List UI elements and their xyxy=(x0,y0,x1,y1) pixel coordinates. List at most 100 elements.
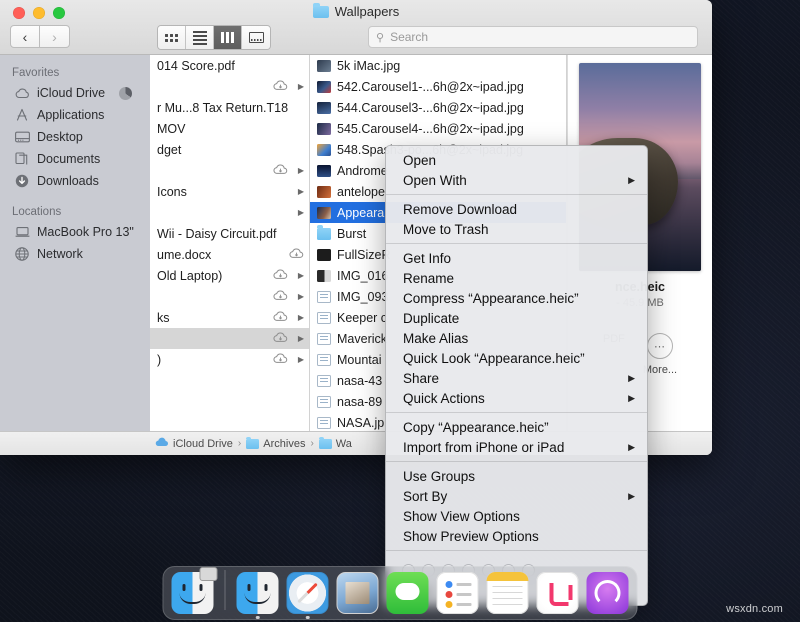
sidebar-item-downloads[interactable]: Downloads xyxy=(0,170,150,192)
menu-item-share[interactable]: Share▶ xyxy=(386,368,647,388)
file-row[interactable]: ▶ xyxy=(150,202,309,223)
file-row[interactable]: Wii - Daisy Circuit.pdf xyxy=(150,223,309,244)
menu-item-move-to-trash[interactable]: Move to Trash xyxy=(386,219,647,239)
file-row[interactable]: 542.Carousel1-...6h@2x~ipad.jpg xyxy=(310,76,566,97)
disclosure-chevron-icon[interactable]: ▶ xyxy=(298,271,304,280)
sidebar-section-favorites-header: Favorites xyxy=(0,63,150,82)
file-row[interactable]: ▶ xyxy=(150,76,309,97)
screen-sharing-badge-icon xyxy=(200,567,218,581)
file-row[interactable]: r Mu...8 Tax Return.T18 xyxy=(150,97,309,118)
breadcrumb-wallpapers[interactable]: Wa xyxy=(319,438,352,450)
list-view-button[interactable] xyxy=(186,26,214,49)
icloud-download-icon[interactable] xyxy=(273,332,288,346)
icloud-download-icon[interactable] xyxy=(273,353,288,367)
sidebar-item-label: Downloads xyxy=(37,174,99,188)
sidebar-item-macbook-pro[interactable]: MacBook Pro 13" xyxy=(0,221,150,243)
sidebar-item-applications[interactable]: Applications xyxy=(0,104,150,126)
menu-item-quick-actions[interactable]: Quick Actions▶ xyxy=(386,388,647,408)
dock-item-finder[interactable] xyxy=(237,572,279,614)
menu-item-show-view-options[interactable]: Show View Options xyxy=(386,506,647,526)
finder-smile-icon xyxy=(180,593,206,604)
file-thumbnail-icon xyxy=(317,186,331,198)
icloud-download-icon[interactable] xyxy=(273,311,288,325)
menu-item-remove-download[interactable]: Remove Download xyxy=(386,199,647,219)
icloud-download-icon[interactable] xyxy=(289,248,304,262)
icloud-download-icon[interactable] xyxy=(273,269,288,283)
menu-item-compress-appearance-heic[interactable]: Compress “Appearance.heic” xyxy=(386,288,647,308)
disclosure-chevron-icon[interactable]: ▶ xyxy=(298,313,304,322)
dock-item-podcasts[interactable] xyxy=(587,572,629,614)
menu-item-label: Quick Look “Appearance.heic” xyxy=(403,351,585,366)
file-row[interactable]: ▶ xyxy=(150,328,309,349)
column-view-button[interactable] xyxy=(214,26,242,49)
disclosure-chevron-icon[interactable]: ▶ xyxy=(298,166,304,175)
menu-item-rename[interactable]: Rename xyxy=(386,268,647,288)
file-row[interactable]: 5k iMac.jpg xyxy=(310,55,566,76)
menu-item-label: Copy “Appearance.heic” xyxy=(403,420,549,435)
menu-item-get-info[interactable]: Get Info xyxy=(386,248,647,268)
menu-item-sort-by[interactable]: Sort By ▶ xyxy=(386,486,647,506)
file-name: Wii - Daisy Circuit.pdf xyxy=(157,227,304,241)
file-row[interactable]: ks▶ xyxy=(150,307,309,328)
finder-eye-left-icon xyxy=(248,584,251,591)
disclosure-chevron-icon[interactable]: ▶ xyxy=(298,187,304,196)
sidebar-item-icloud-drive[interactable]: iCloud Drive xyxy=(0,82,150,104)
menu-item-show-preview-options[interactable]: Show Preview Options xyxy=(386,526,647,546)
dock-item-music[interactable] xyxy=(537,572,579,614)
dock-item-mail[interactable] xyxy=(337,572,379,614)
disclosure-chevron-icon[interactable]: ▶ xyxy=(298,82,304,91)
file-row[interactable]: ▶ xyxy=(150,286,309,307)
file-row[interactable]: 014 Score.pdf xyxy=(150,55,309,76)
sidebar-item-documents[interactable]: Documents xyxy=(0,148,150,170)
dock-item-messages[interactable] xyxy=(387,572,429,614)
dock-item-reminders[interactable] xyxy=(437,572,479,614)
menu-item-open-with[interactable]: Open With▶ xyxy=(386,170,647,190)
menu-item-use-groups[interactable]: Use Groups xyxy=(386,466,647,486)
menu-item-label: Move to Trash xyxy=(403,222,489,237)
downloads-icon xyxy=(14,174,30,189)
menu-item-make-alias[interactable]: Make Alias xyxy=(386,328,647,348)
finder-smile-icon xyxy=(245,593,271,604)
file-row[interactable]: Old Laptop)▶ xyxy=(150,265,309,286)
preview-action-more[interactable]: ⋯ More... xyxy=(643,333,677,376)
menu-item-open[interactable]: Open xyxy=(386,150,647,170)
icloud-download-icon[interactable] xyxy=(273,164,288,178)
dock-item-safari[interactable] xyxy=(287,572,329,614)
disclosure-chevron-icon[interactable]: ▶ xyxy=(298,355,304,364)
submenu-arrow-icon: ▶ xyxy=(628,491,635,502)
file-row[interactable]: dget xyxy=(150,139,309,160)
breadcrumb-icloud-drive[interactable]: iCloud Drive xyxy=(155,437,233,450)
disclosure-chevron-icon[interactable]: ▶ xyxy=(298,208,304,217)
file-row[interactable]: MOV xyxy=(150,118,309,139)
back-button[interactable]: ‹ xyxy=(10,25,40,48)
icloud-download-icon[interactable] xyxy=(273,290,288,304)
file-row[interactable]: 545.Carousel4-...6h@2x~ipad.jpg xyxy=(310,118,566,139)
search-field[interactable]: ⚲ Search xyxy=(368,26,698,48)
file-row[interactable]: Icons▶ xyxy=(150,181,309,202)
finder-eye-right-icon xyxy=(265,584,268,591)
file-row[interactable]: ▶ xyxy=(150,160,309,181)
breadcrumb-separator: › xyxy=(310,438,313,449)
icloud-download-icon[interactable] xyxy=(273,80,288,94)
sidebar-item-network[interactable]: Network xyxy=(0,243,150,265)
breadcrumb-archives[interactable]: Archives xyxy=(246,438,305,450)
gallery-view-button[interactable] xyxy=(242,26,270,49)
dock-item-notes[interactable] xyxy=(487,572,529,614)
file-row[interactable]: 544.Carousel3-...6h@2x~ipad.jpg xyxy=(310,97,566,118)
icon-view-button[interactable] xyxy=(158,26,186,49)
documents-icon xyxy=(14,152,30,167)
menu-item-label: Sort By xyxy=(403,489,447,504)
disclosure-chevron-icon[interactable]: ▶ xyxy=(298,334,304,343)
menu-item-duplicate[interactable]: Duplicate xyxy=(386,308,647,328)
file-row[interactable]: ume.docx xyxy=(150,244,309,265)
menu-item-quick-look-appearance-heic[interactable]: Quick Look “Appearance.heic” xyxy=(386,348,647,368)
sidebar-item-desktop[interactable]: Desktop xyxy=(0,126,150,148)
disclosure-chevron-icon[interactable]: ▶ xyxy=(298,292,304,301)
file-row[interactable]: )▶ xyxy=(150,349,309,370)
forward-button[interactable]: › xyxy=(40,25,70,48)
menu-item-import-from-iphone-or-ipad[interactable]: Import from iPhone or iPad▶ xyxy=(386,437,647,457)
file-name: 545.Carousel4-...6h@2x~ipad.jpg xyxy=(337,122,561,136)
menu-item-copy-appearance-heic[interactable]: Copy “Appearance.heic” xyxy=(386,417,647,437)
folder-icon xyxy=(246,439,259,449)
cloud-icon xyxy=(14,86,30,101)
